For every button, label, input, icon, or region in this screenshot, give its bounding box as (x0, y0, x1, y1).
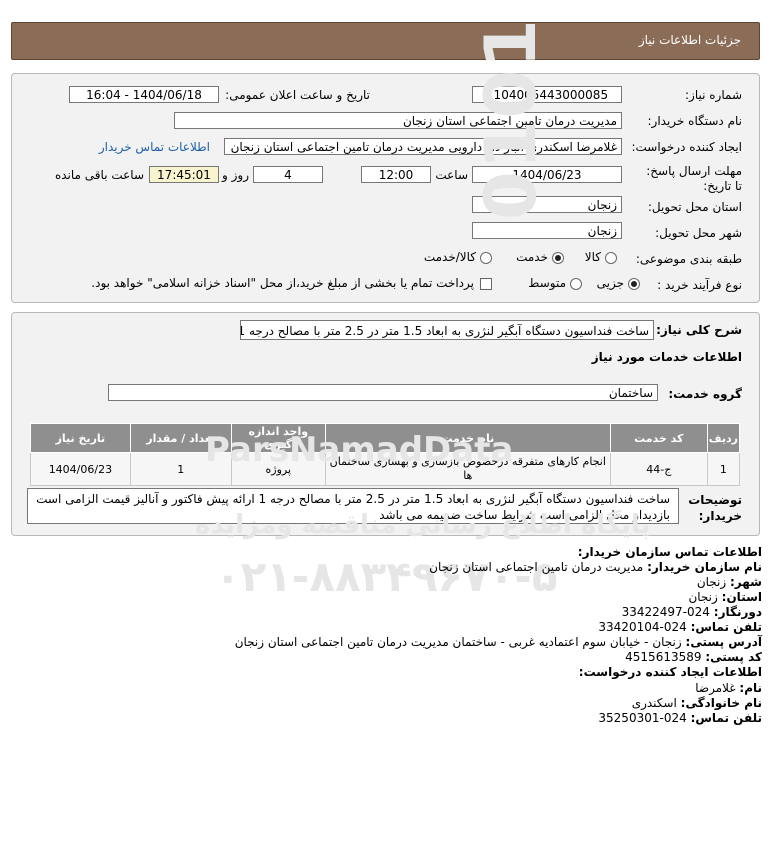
buyer-notes-field: ساخت فنداسیون دستگاه آبگیر لنژری به ابعا… (27, 488, 679, 524)
buyer-label: نام دستگاه خریدار: (647, 114, 743, 128)
buyer-contact-link[interactable]: اطلاعات تماس خریدار (99, 140, 210, 154)
services-table: ردیف کد خدمت نام خدمت واحد اندازه گیری ت… (30, 423, 741, 486)
contact-city: شهر: زنجان (696, 575, 762, 589)
services-section-title: اطلاعات خدمات مورد نیاز (591, 350, 742, 364)
creator-first-name: نام: غلامرضا (695, 681, 762, 695)
page-header: جزئیات اطلاعات نیاز (11, 22, 760, 60)
remaining-time-label: ساعت باقی مانده (54, 168, 144, 182)
cell-qty: 1 (129, 452, 232, 486)
buyer-notes-label: توضیحات خریدار: (688, 493, 742, 523)
announce-field: 1404/06/18 - 16:04 (69, 86, 219, 103)
col-qty: تعداد / مقدار (129, 423, 232, 453)
contact-address: آدرس پستی: زنجان - خیابان سوم اعتمادیه غ… (234, 635, 762, 649)
need-number-label: شماره نیاز: (685, 88, 742, 102)
need-number-field: 1104005443000085 (472, 86, 622, 103)
city-label: شهر محل تحویل: (655, 226, 742, 240)
remaining-days-field: 4 (253, 166, 323, 183)
cell-name: انجام کارهای متفرقه درخصوص بازسازی و بهس… (324, 452, 611, 486)
summary-label: شرح کلی نیاز: (656, 323, 742, 337)
col-row: ردیف (706, 423, 741, 453)
category-radio-goods[interactable] (605, 252, 617, 264)
contact-org-name: نام سازمان خریدار: مدیریت درمان تامین اج… (429, 560, 762, 574)
category-radio-goods-service[interactable] (480, 252, 492, 264)
announce-label: تاریخ و ساعت اعلان عمومی: (225, 88, 370, 102)
cell-unit: پروژه (230, 452, 326, 486)
category-label: طبقه بندی موضوعی: (635, 252, 742, 266)
deadline-time-field: 12:00 (361, 166, 431, 183)
cell-code: ج-44 (609, 452, 708, 486)
col-name: نام خدمت (324, 423, 611, 453)
creator-label: ایجاد کننده درخواست: (631, 140, 742, 154)
service-group-label: گروه خدمت: (668, 387, 742, 401)
payment-note: پرداخت تمام یا بخشی از مبلغ خرید،از محل … (91, 276, 474, 290)
table-row: 1 ج-44 انجام کارهای متفرقه درخصوص بازساز… (30, 452, 741, 486)
process-radio-medium[interactable] (570, 278, 582, 290)
creator-title: اطلاعات ایجاد کننده درخواست: (578, 665, 762, 679)
category-radio-service[interactable] (552, 252, 564, 264)
contact-province: استان: زنجان (688, 590, 762, 604)
service-group-field: ساختمان (108, 384, 658, 401)
creator-phone: تلفن تماس: 024-35250301 (598, 711, 762, 725)
col-unit: واحد اندازه گیری (230, 423, 326, 453)
process-radio-minor[interactable] (628, 278, 640, 290)
process-option-minor: جزیی (596, 276, 624, 290)
creator-last-name: نام خانوادگی: اسکندری (631, 696, 762, 710)
remaining-time-field: 17:45:01 (149, 166, 219, 183)
deadline-label: مهلت ارسال پاسخ: تا تاریخ: (646, 164, 742, 193)
summary-field: ساخت فنداسیون دستگاه آبگیر لنژری به ابعا… (240, 320, 654, 340)
cell-row: 1 (706, 452, 741, 486)
contact-fax: دورنگار: 024-33422497 (621, 605, 762, 619)
province-field: زنجان (472, 196, 622, 213)
province-label: استان محل تحویل: (647, 200, 742, 214)
col-code: کد خدمت (609, 423, 708, 453)
services-table-header: ردیف کد خدمت نام خدمت واحد اندازه گیری ت… (30, 423, 741, 453)
creator-field: غلامرضا اسکندری انبار دار دارویی مدیریت … (224, 138, 622, 155)
contact-phone: تلفن تماس: 024-33420104 (598, 620, 762, 634)
cell-date: 1404/06/23 (30, 452, 131, 486)
buyer-field: مدیریت درمان تامین اجتماعی استان زنجان (174, 112, 622, 129)
payment-checkbox[interactable] (480, 278, 492, 290)
page-title: جزئیات اطلاعات نیاز (638, 33, 741, 47)
category-option-service: خدمت (516, 250, 548, 264)
category-option-goods: کالا (584, 250, 601, 264)
process-label: نوع فرآیند خرید : (657, 278, 742, 292)
city-field: زنجان (472, 222, 622, 239)
remaining-days-label: روز و (222, 168, 249, 182)
category-option-goods-service: کالا/خدمت (423, 250, 476, 264)
contact-postal: کد پستی: 4515613589 (625, 650, 762, 664)
process-option-medium: متوسط (528, 276, 566, 290)
contact-org-title: اطلاعات تماس سازمان خریدار: (577, 545, 762, 559)
col-date: تاریخ نیاز (30, 423, 131, 453)
deadline-hour-label: ساعت (435, 168, 468, 182)
deadline-date-field: 1404/06/23 (472, 166, 622, 183)
